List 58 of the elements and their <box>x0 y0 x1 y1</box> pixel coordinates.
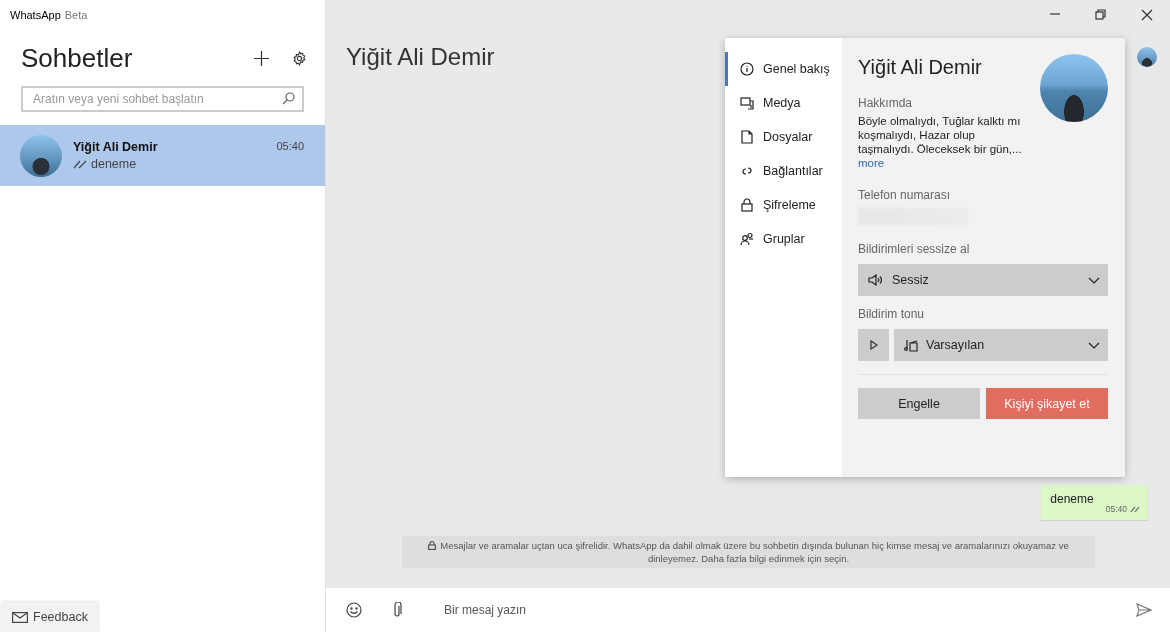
about-text: Böyle olmalıydı, Tuğlar kalktı mı koşmalıydı, Hazar olup taşmalıydı. Öleceksek bir gün,... <box>858 114 1023 156</box>
feedback-button[interactable]: Feedback <box>2 602 98 632</box>
restore-icon <box>1095 9 1107 21</box>
chevron-icon <box>1088 276 1100 284</box>
close-icon <box>1141 9 1153 21</box>
encryption-notice[interactable]: Mesajlar ve aramalar uçtan uca şifrelidir. WhatsApp da dahil olmak üzere bu sohbetin dışında bulunan hiç kimse mesaj ve aramalarınızı okuyamaz ve dinleyemez. Daha fazla bilgi edinmek için seçin. <box>402 536 1095 568</box>
music-note-icon <box>904 338 918 352</box>
lock-icon <box>428 541 437 550</box>
mail-icon <box>12 611 28 623</box>
search-icon <box>282 92 295 105</box>
attach-button[interactable] <box>392 602 402 618</box>
contact-name: Yiğit Ali Demir <box>858 56 982 79</box>
tone-label: Bildirim tonu <box>858 307 926 321</box>
block-button[interactable]: Engelle <box>858 388 980 419</box>
double-check-icon <box>73 159 87 169</box>
mute-label: Bildirimleri sessize al <box>858 242 971 256</box>
avatar <box>20 134 62 177</box>
people-icon <box>740 232 754 246</box>
play-button[interactable] <box>858 329 889 361</box>
page-title: Sohbetler <box>21 42 134 74</box>
message-text: deneme <box>1050 492 1094 506</box>
info-icon <box>740 62 754 76</box>
nav-tab[interactable]: Medya <box>725 86 842 120</box>
chevron-icon <box>1088 341 1100 349</box>
more-link[interactable]: more <box>858 157 885 169</box>
paperclip-icon <box>392 602 402 618</box>
about-label: Hakkımda <box>858 96 914 110</box>
document-icon <box>740 130 754 144</box>
search-field[interactable]: Aratın veya yeni sohbet başlatın <box>21 86 304 112</box>
speaker-icon <box>868 274 884 286</box>
message-preview: deneme <box>91 157 137 171</box>
tone-dropdown[interactable]: Varsayılan <box>894 329 1108 361</box>
message-time: 05:40 <box>1105 504 1127 514</box>
contact-name: Yiğit Ali Demir <box>73 140 159 154</box>
message-composer[interactable]: Bir mesaj yazın <box>326 588 1170 632</box>
nav-tab[interactable]: Dosyalar <box>725 120 842 154</box>
lock-icon <box>740 198 754 212</box>
smiley-icon <box>346 602 362 618</box>
play-icon <box>869 340 878 350</box>
double-check-icon <box>1130 505 1140 513</box>
nav-tab[interactable]: Bağlantılar <box>725 154 842 188</box>
send-button[interactable] <box>1136 603 1152 617</box>
message-time: 05:40 <box>276 140 304 152</box>
app-subtitle: Beta <box>64 9 88 21</box>
nav-tab[interactable]: Şifreleme <box>725 188 842 222</box>
app-title: WhatsApp <box>10 9 61 21</box>
emoji-button[interactable] <box>346 602 362 618</box>
chat-title: Yiğit Ali Demir <box>346 43 495 71</box>
link-icon <box>740 164 754 178</box>
send-icon <box>1136 603 1152 617</box>
nav-tab[interactable]: Gruplar <box>725 222 842 256</box>
chat-list-item[interactable]: Yiğit Ali Demir deneme 05:40 <box>0 125 325 186</box>
avatar[interactable] <box>1137 47 1157 67</box>
settings-button[interactable] <box>292 50 307 66</box>
mute-dropdown[interactable]: Sessiz <box>858 264 1108 296</box>
image-icon <box>740 96 754 110</box>
phone-label: Telefon numarası <box>858 188 952 202</box>
new-chat-button[interactable] <box>253 49 270 67</box>
